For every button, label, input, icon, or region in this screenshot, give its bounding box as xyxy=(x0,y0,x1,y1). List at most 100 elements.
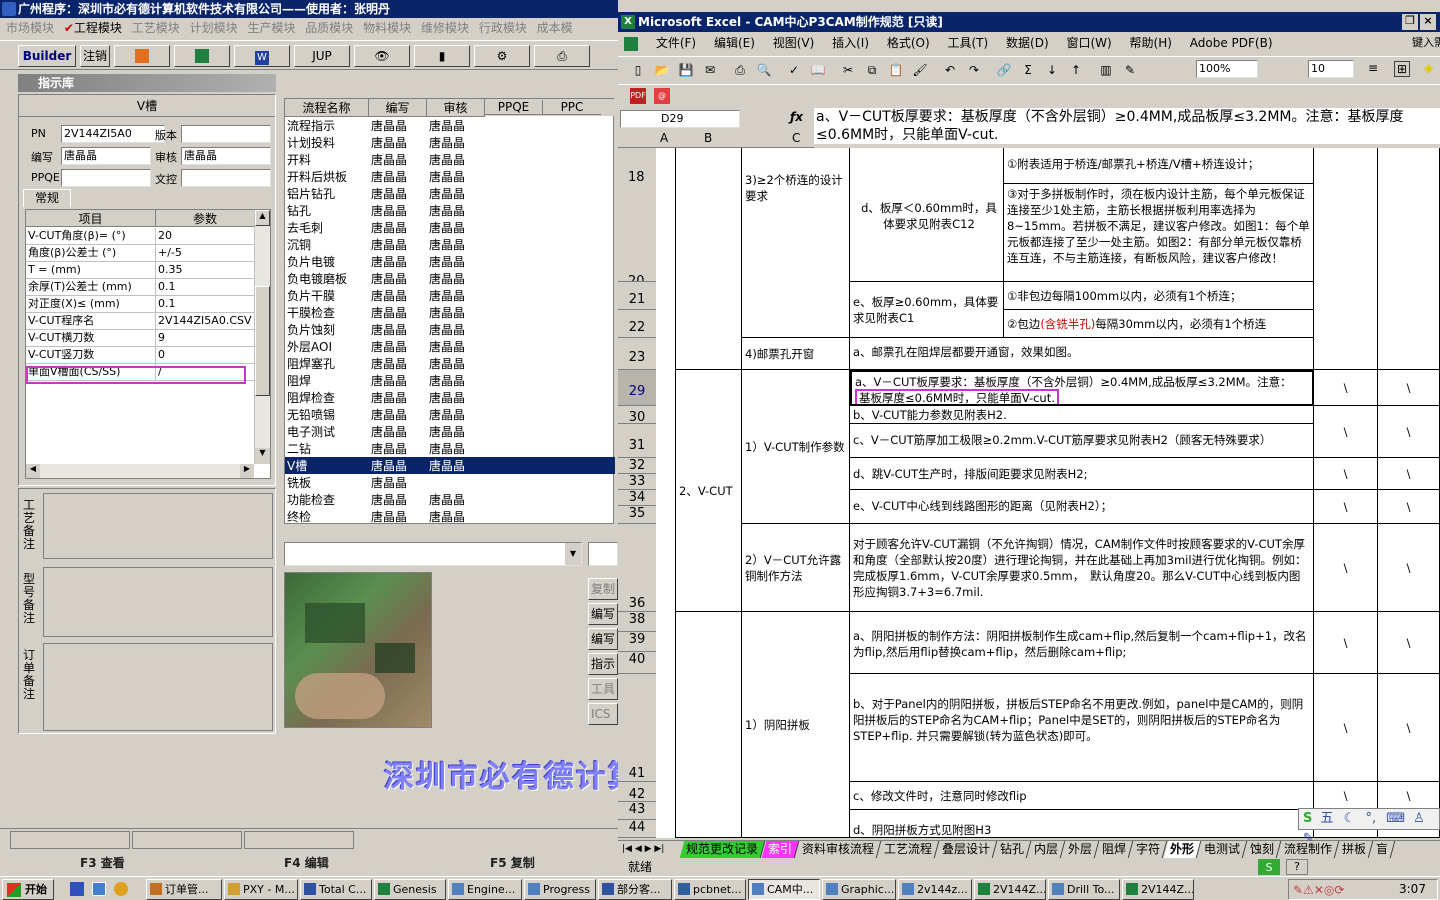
process-row[interactable]: 负片蚀刻 唐晶晶 唐晶晶 xyxy=(285,321,615,338)
taskbar-item[interactable]: Engine... xyxy=(448,879,522,900)
open-icon[interactable]: 📂 xyxy=(652,61,672,79)
print-preview-icon[interactable]: 🔍 xyxy=(754,61,774,79)
keyboard-icon[interactable]: ⌨ xyxy=(1386,811,1405,826)
sheet-tab[interactable]: 阻焊 xyxy=(1095,841,1134,858)
param-vscroll[interactable]: ▲ ▼ xyxy=(254,210,270,464)
hyperlink-icon[interactable]: 🔗 xyxy=(994,61,1014,79)
row-44[interactable]: 44 xyxy=(618,820,656,838)
param-row[interactable]: 余厚(T)公差士 (mm) 0.1 xyxy=(26,279,254,296)
quicklaunch-media-icon[interactable] xyxy=(114,882,128,896)
menu-quality[interactable]: 品质模块 xyxy=(305,21,353,35)
param-row[interactable]: 对正度(X)≤ (mm) 0.1 xyxy=(26,296,254,313)
print-icon[interactable]: ⎙ xyxy=(730,61,750,79)
param-row[interactable]: V-CUT横刀数 9 xyxy=(26,330,254,347)
taskbar-item[interactable]: 订单管... xyxy=(146,879,222,900)
menu-material[interactable]: 物料模块 xyxy=(363,21,411,35)
param-row[interactable]: T = (mm) 0.35 xyxy=(26,262,254,279)
aux-field[interactable] xyxy=(588,542,618,566)
process-row[interactable]: 负电镀磨板 唐晶晶 唐晶晶 xyxy=(285,270,615,287)
param-row[interactable]: 角度(β)公差士 (°) +/-5 xyxy=(26,245,254,262)
moon-icon[interactable]: ☾ xyxy=(1344,811,1356,826)
sheet-tab[interactable]: 字符 xyxy=(1129,841,1168,858)
fill-color-icon[interactable]: ◈ xyxy=(1424,61,1433,75)
taskbar-item[interactable]: 部分客... xyxy=(598,879,672,900)
row-41[interactable]: 41 xyxy=(618,674,656,782)
format-painter-icon[interactable]: 🖌 xyxy=(910,61,930,79)
quicklaunch-ie-icon[interactable] xyxy=(70,882,84,896)
craft-note-field[interactable] xyxy=(43,493,273,559)
process-row[interactable]: 外层AOI 唐晶晶 唐晶晶 xyxy=(285,338,615,355)
research-icon[interactable]: 📖 xyxy=(808,61,828,79)
row-18[interactable]: 18 20 xyxy=(618,148,656,282)
taskbar-item[interactable]: 2V144Z... xyxy=(1122,879,1194,900)
jup-button[interactable]: JUP xyxy=(294,45,350,67)
row-38[interactable]: 38 xyxy=(618,612,656,632)
row-22[interactable]: 22 xyxy=(618,310,656,338)
sheet-tab[interactable]: 叠层设计 xyxy=(935,841,998,858)
process-row[interactable]: 负片干膜 唐晶晶 唐晶晶 xyxy=(285,287,615,304)
row-31[interactable]: 31 xyxy=(618,424,656,458)
menu-edit[interactable]: 编辑(E) xyxy=(714,36,755,50)
version-field[interactable] xyxy=(181,125,271,143)
process-row[interactable]: 流程指示 唐晶晶 唐晶晶 xyxy=(285,117,615,134)
wrench-icon[interactable]: ✎ xyxy=(1303,831,1314,846)
process-row[interactable]: 干膜检查 唐晶晶 唐晶晶 xyxy=(285,304,615,321)
process-row[interactable]: 终检 唐晶晶 唐晶晶 xyxy=(285,508,615,525)
redo-icon[interactable]: ↷ xyxy=(964,61,984,79)
builder-button[interactable]: Builder xyxy=(18,45,76,67)
row-29[interactable]: 29 xyxy=(618,370,656,406)
menu-data[interactable]: 数据(D) xyxy=(1006,36,1049,50)
reviewer-field[interactable]: 唐晶晶 xyxy=(181,147,271,165)
param-row[interactable]: V-CUT竖刀数 0 xyxy=(26,347,254,364)
side-button[interactable]: ICS xyxy=(588,703,618,725)
menu-maintenance[interactable]: 维修模块 xyxy=(421,21,469,35)
menu-cost[interactable]: 成本模 xyxy=(537,21,573,35)
undo-icon[interactable]: ↶ xyxy=(940,61,960,79)
menu-plan[interactable]: 计划模块 xyxy=(190,21,238,35)
col-c[interactable]: C xyxy=(792,131,800,145)
zoom-select[interactable]: 100% xyxy=(1196,60,1258,78)
name-box[interactable]: D29 xyxy=(620,110,740,128)
pdf-icon[interactable]: PDF xyxy=(630,88,646,104)
tools-icon[interactable]: ⚙ xyxy=(474,45,530,67)
row-23[interactable]: 23 xyxy=(618,338,656,370)
menu-window[interactable]: 窗口(W) xyxy=(1066,36,1111,50)
process-row[interactable]: 电子测试 唐晶晶 唐晶晶 xyxy=(285,423,615,440)
autosum-icon[interactable]: Σ xyxy=(1018,61,1038,79)
col-b[interactable]: B xyxy=(704,131,712,145)
row-32[interactable]: 32 xyxy=(618,458,656,474)
menu-file[interactable]: 文件(F) xyxy=(656,36,696,50)
process-row[interactable]: 开料后烘板 唐晶晶 唐晶晶 xyxy=(285,168,615,185)
cut-icon[interactable]: ✂ xyxy=(838,61,858,79)
drawing-icon[interactable]: ✎ xyxy=(1120,61,1140,79)
writer-field[interactable]: 唐晶晶 xyxy=(61,147,151,165)
sogou-icon[interactable]: S xyxy=(1258,859,1280,875)
process-row[interactable]: 沉铜 唐晶晶 唐晶晶 xyxy=(285,236,615,253)
row-33[interactable]: 33 xyxy=(618,474,656,490)
process-row[interactable]: 计划投料 唐晶晶 唐晶晶 xyxy=(285,134,615,151)
permission-icon[interactable]: ✉ xyxy=(700,61,720,79)
ime-logo-icon[interactable]: S xyxy=(1303,811,1312,826)
f4-edit[interactable]: F4 编辑 xyxy=(284,854,329,871)
f5-copy[interactable]: F5 复制 xyxy=(490,854,535,871)
process-row[interactable]: 铝片钻孔 唐晶晶 唐晶晶 xyxy=(285,185,615,202)
process-row[interactable]: 二钻 唐晶晶 唐晶晶 xyxy=(285,440,615,457)
sheet-tab[interactable]: 盲 xyxy=(1369,841,1396,858)
tab-general[interactable]: 常规 xyxy=(23,189,71,207)
menu-insert[interactable]: 插入(I) xyxy=(832,36,869,50)
punct-icon[interactable]: °, xyxy=(1365,811,1376,826)
param-row[interactable]: V-CUT角度(β)= (°) 20 xyxy=(26,228,254,245)
process-row[interactable]: V槽 唐晶晶 唐晶晶 xyxy=(285,457,615,474)
sheet-tab[interactable]: 外层 xyxy=(1061,841,1100,858)
menu-admin[interactable]: 行政模块 xyxy=(479,21,527,35)
taskbar-item[interactable]: Total C... xyxy=(300,879,372,900)
f3-view[interactable]: F3 查看 xyxy=(80,854,125,871)
order-note-field[interactable] xyxy=(43,643,273,731)
taskbar-item[interactable]: pcbnet... xyxy=(674,879,746,900)
sheet-tab[interactable]: 蚀刻 xyxy=(1243,841,1282,858)
sheet-tab[interactable]: 规范更改记录 xyxy=(679,841,766,858)
col-a[interactable]: A xyxy=(660,131,668,145)
database-icon[interactable]: ▮ xyxy=(414,45,470,67)
sheet-tab[interactable]: 内层 xyxy=(1027,841,1066,858)
row-35[interactable]: 35 xyxy=(618,506,656,524)
